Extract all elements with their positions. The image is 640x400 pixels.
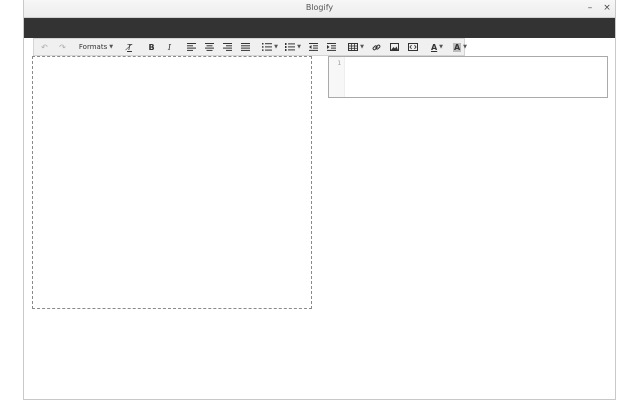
formats-label: Formats [78, 43, 108, 51]
caret-down-icon: ▼ [463, 44, 468, 50]
redo-icon[interactable]: ↷ [54, 40, 71, 54]
app-window: Blogify – × ↶ ↷ Formats ▼ T̸ B I ▼ ▼ ▼ A… [23, 0, 616, 400]
numbered-list-icon[interactable]: ▼ [282, 40, 304, 54]
code-editor[interactable]: 1 [328, 56, 608, 98]
clear-formatting-icon[interactable]: T̸ [121, 40, 138, 54]
caret-down-icon: ▼ [297, 44, 301, 50]
caret-down-icon: ▼ [109, 44, 114, 50]
formats-dropdown[interactable]: Formats ▼ [76, 40, 116, 54]
minimize-button[interactable]: – [584, 2, 596, 15]
rich-text-editor[interactable] [32, 56, 312, 309]
outdent-icon[interactable] [305, 40, 322, 54]
window-title: Blogify [305, 3, 334, 12]
indent-icon[interactable] [323, 40, 340, 54]
text-color-glyph: A [430, 42, 438, 52]
link-icon[interactable] [368, 40, 385, 54]
line-gutter: 1 [329, 57, 345, 97]
title-bar: Blogify – × [24, 0, 615, 18]
italic-icon[interactable]: I [161, 40, 178, 54]
caret-down-icon: ▼ [439, 44, 444, 50]
caret-down-icon: ▼ [274, 44, 278, 50]
caret-down-icon: ▼ [360, 44, 364, 50]
image-icon[interactable] [386, 40, 403, 54]
align-justify-icon[interactable] [237, 40, 254, 54]
close-button[interactable]: × [601, 2, 613, 15]
bullet-list-icon[interactable]: ▼ [259, 40, 281, 54]
background-color-icon[interactable]: A ▼ [449, 40, 471, 54]
media-icon[interactable] [404, 40, 421, 54]
undo-icon[interactable]: ↶ [36, 40, 53, 54]
background-color-glyph: A [452, 42, 462, 52]
table-icon[interactable]: ▼ [345, 40, 367, 54]
line-number: 1 [337, 60, 341, 67]
align-center-icon[interactable] [201, 40, 218, 54]
align-right-icon[interactable] [219, 40, 236, 54]
header-bar [24, 18, 615, 38]
bold-icon[interactable]: B [143, 40, 160, 54]
align-left-icon[interactable] [183, 40, 200, 54]
editor-toolbar: ↶ ↷ Formats ▼ T̸ B I ▼ ▼ ▼ A ▼ A ▼ [33, 38, 467, 56]
text-color-icon[interactable]: A ▼ [426, 40, 448, 54]
